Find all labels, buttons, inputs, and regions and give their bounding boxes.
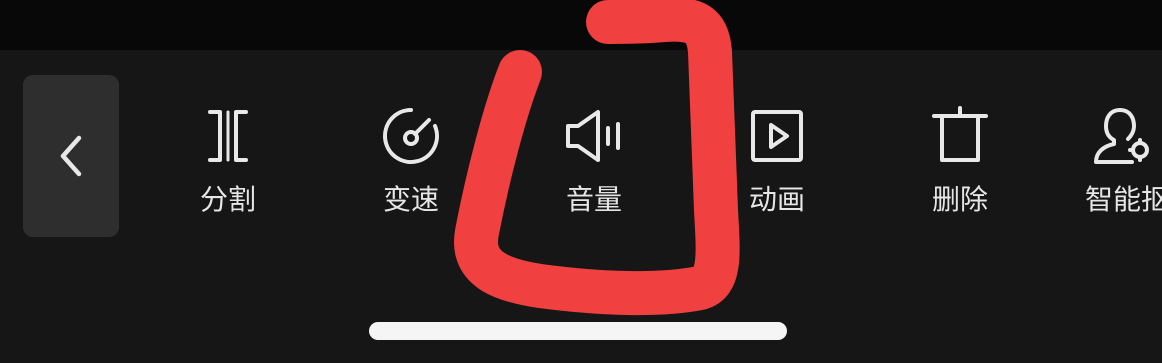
volume-tool-button[interactable]: 音量 — [529, 104, 659, 224]
split-icon — [208, 110, 248, 162]
delete-label: 删除 — [931, 183, 988, 216]
animation-label: 动画 — [748, 183, 805, 216]
volume-label: 音量 — [565, 183, 622, 216]
volume-icon — [566, 110, 620, 162]
split-tool-button[interactable]: 分割 — [163, 104, 293, 224]
smart-cutout-tool-button[interactable]: 智能抠 — [1078, 104, 1162, 224]
delete-icon — [932, 106, 988, 162]
delete-tool-button[interactable]: 删除 — [895, 104, 1025, 224]
home-indicator[interactable] — [369, 322, 787, 340]
split-label: 分割 — [199, 183, 256, 216]
speed-label: 变速 — [382, 183, 439, 216]
smart-cutout-label: 智能抠 — [1085, 183, 1162, 216]
animation-icon — [751, 110, 803, 162]
animation-tool-button[interactable]: 动画 — [712, 104, 842, 224]
back-button[interactable] — [23, 75, 119, 237]
smart-cutout-icon — [1094, 108, 1149, 164]
speed-tool-button[interactable]: 变速 — [346, 104, 476, 224]
top-strip — [0, 0, 1162, 50]
speed-icon — [383, 108, 439, 164]
chevron-left-icon — [60, 135, 82, 177]
